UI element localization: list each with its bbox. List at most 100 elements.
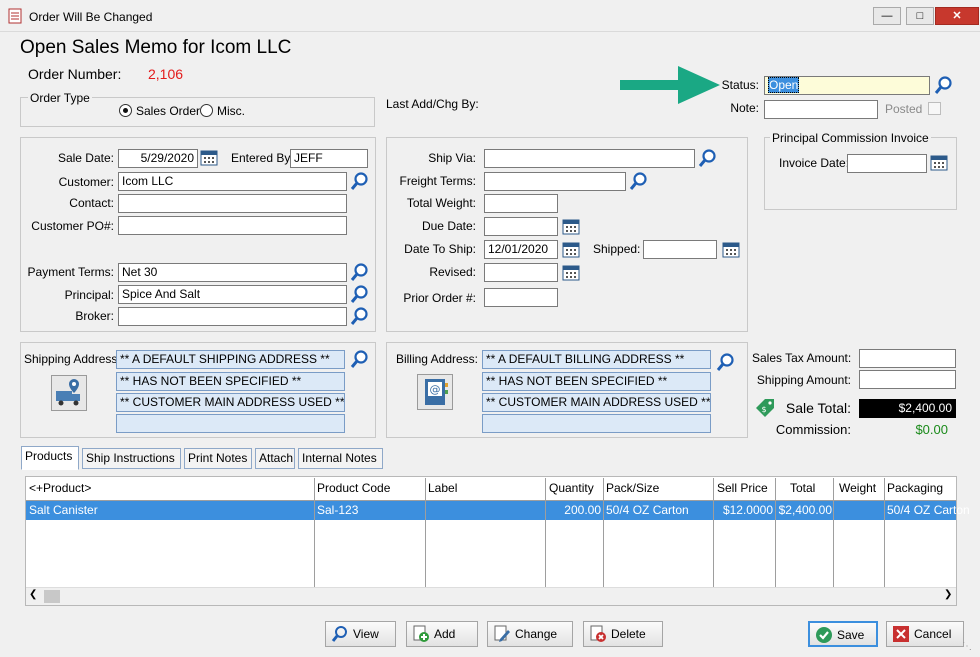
tab-products[interactable]: Products xyxy=(21,446,79,470)
scroll-right-icon[interactable]: ❯ xyxy=(944,589,952,600)
prior-order-label: Prior Order #: xyxy=(403,291,476,305)
search-icon[interactable] xyxy=(934,75,954,95)
date-to-ship-label: Date To Ship: xyxy=(404,242,476,256)
prior-order-field[interactable] xyxy=(484,288,558,307)
total-weight-field[interactable] xyxy=(484,194,558,213)
status-field[interactable]: Open xyxy=(764,76,930,95)
column-header[interactable]: Packaging xyxy=(887,478,943,500)
misc-radio[interactable] xyxy=(200,104,213,117)
shipping-address-line-2[interactable]: ** HAS NOT BEEN SPECIFIED ** xyxy=(116,372,345,391)
tab-ship-instructions[interactable]: Ship Instructions xyxy=(82,448,181,469)
revised-label: Revised: xyxy=(429,265,476,279)
shipping-amount-field[interactable] xyxy=(859,370,956,389)
billing-address-line-3[interactable]: ** CUSTOMER MAIN ADDRESS USED ** xyxy=(482,393,711,412)
close-button[interactable]: ✕ xyxy=(935,7,979,25)
calendar-icon[interactable] xyxy=(722,240,740,258)
posted-checkbox[interactable] xyxy=(928,102,941,115)
last-add-label: Last Add/Chg By: xyxy=(386,97,479,111)
minimize-button[interactable]: — xyxy=(873,7,901,25)
money-tag-icon: $ xyxy=(756,399,774,417)
search-icon[interactable] xyxy=(698,148,718,168)
maximize-button[interactable]: □ xyxy=(906,7,934,25)
save-label: Save xyxy=(837,628,865,642)
calendar-icon[interactable] xyxy=(200,148,218,166)
billing-address-line-1[interactable]: ** A DEFAULT BILLING ADDRESS ** xyxy=(482,350,711,369)
search-icon[interactable] xyxy=(350,284,370,304)
broker-field[interactable] xyxy=(118,307,347,326)
shipped-field[interactable] xyxy=(643,240,717,259)
search-icon[interactable] xyxy=(350,349,370,369)
delivery-truck-icon[interactable] xyxy=(51,375,87,411)
contact-field[interactable] xyxy=(118,194,347,213)
column-header[interactable]: Product Code xyxy=(317,478,390,500)
entered-by-label: Entered By: xyxy=(231,151,294,165)
change-button[interactable]: Change xyxy=(487,621,573,647)
column-header[interactable]: <+Product> xyxy=(29,478,91,500)
invoice-date-field[interactable] xyxy=(847,154,927,173)
principal-field[interactable]: Spice And Salt xyxy=(118,285,347,304)
billing-address-line-2[interactable]: ** HAS NOT BEEN SPECIFIED ** xyxy=(482,372,711,391)
tab-print-notes[interactable]: Print Notes xyxy=(184,448,252,469)
column-header[interactable]: Quantity xyxy=(549,478,594,500)
resize-grip-icon[interactable]: ⋱ xyxy=(962,641,972,652)
calendar-icon[interactable] xyxy=(930,153,948,171)
search-icon[interactable] xyxy=(716,352,736,372)
view-button[interactable]: View xyxy=(325,621,396,647)
payment-terms-label: Payment Terms: xyxy=(27,265,114,279)
search-icon[interactable] xyxy=(350,262,370,282)
date-to-ship-field[interactable]: 12/01/2020 xyxy=(484,240,558,259)
delete-button[interactable]: Delete xyxy=(583,621,663,647)
search-icon[interactable] xyxy=(629,171,649,191)
tab-internal-notes[interactable]: Internal Notes xyxy=(298,448,383,469)
tab-attach[interactable]: Attach xyxy=(255,448,295,469)
entered-by-field[interactable]: JEFF xyxy=(290,149,368,168)
shipping-address-line-1[interactable]: ** A DEFAULT SHIPPING ADDRESS ** xyxy=(116,350,345,369)
due-date-label: Due Date: xyxy=(421,219,476,233)
delete-document-icon xyxy=(590,625,606,642)
column-header[interactable]: Pack/Size xyxy=(606,478,659,500)
cell-total: $2,400.00 xyxy=(778,503,832,517)
shipping-address-line-4[interactable] xyxy=(116,414,345,433)
column-header[interactable]: Total xyxy=(790,478,815,500)
payment-terms-field[interactable]: Net 30 xyxy=(118,263,347,282)
freight-terms-field[interactable] xyxy=(484,172,626,191)
column-header[interactable]: Weight xyxy=(839,478,876,500)
billing-address-line-4[interactable] xyxy=(482,414,711,433)
add-document-icon xyxy=(413,625,429,642)
principal-label: Principal: xyxy=(64,288,114,302)
svg-text:@: @ xyxy=(430,383,441,396)
customer-field[interactable]: Icom LLC xyxy=(118,172,347,191)
scroll-thumb[interactable] xyxy=(44,590,60,603)
sales-tax-field[interactable] xyxy=(859,349,956,368)
column-header[interactable]: Label xyxy=(428,478,457,500)
address-book-icon[interactable]: @ xyxy=(417,374,453,410)
sale-date-field[interactable]: 5/29/2020 xyxy=(118,149,198,168)
horizontal-scrollbar[interactable] xyxy=(26,587,956,605)
due-date-field[interactable] xyxy=(484,217,558,236)
calendar-icon[interactable] xyxy=(562,240,580,258)
cancel-icon xyxy=(893,626,909,642)
edit-document-icon xyxy=(494,625,510,642)
sales-order-radio[interactable] xyxy=(119,104,132,117)
calendar-icon[interactable] xyxy=(562,263,580,281)
search-icon[interactable] xyxy=(350,306,370,326)
column-header[interactable]: Sell Price xyxy=(717,478,768,500)
save-button[interactable]: Save xyxy=(808,621,878,647)
document-icon xyxy=(8,8,22,24)
customer-po-field[interactable] xyxy=(118,216,347,235)
revised-field[interactable] xyxy=(484,263,558,282)
calendar-icon[interactable] xyxy=(562,217,580,235)
customer-label: Customer: xyxy=(58,175,114,189)
order-type-label: Order Type xyxy=(28,91,92,105)
change-label: Change xyxy=(515,627,558,641)
cancel-button[interactable]: Cancel xyxy=(886,621,964,647)
cancel-label: Cancel xyxy=(914,627,952,641)
search-icon[interactable] xyxy=(350,171,370,191)
scroll-left-icon[interactable]: ❮ xyxy=(29,589,37,600)
check-icon xyxy=(816,627,832,643)
ship-via-field[interactable] xyxy=(484,149,695,168)
commission-invoice-legend: Principal Commission Invoice xyxy=(770,131,931,145)
add-button[interactable]: Add xyxy=(406,621,478,647)
note-field[interactable] xyxy=(764,100,878,119)
shipping-address-line-3[interactable]: ** CUSTOMER MAIN ADDRESS USED ** xyxy=(116,393,345,412)
